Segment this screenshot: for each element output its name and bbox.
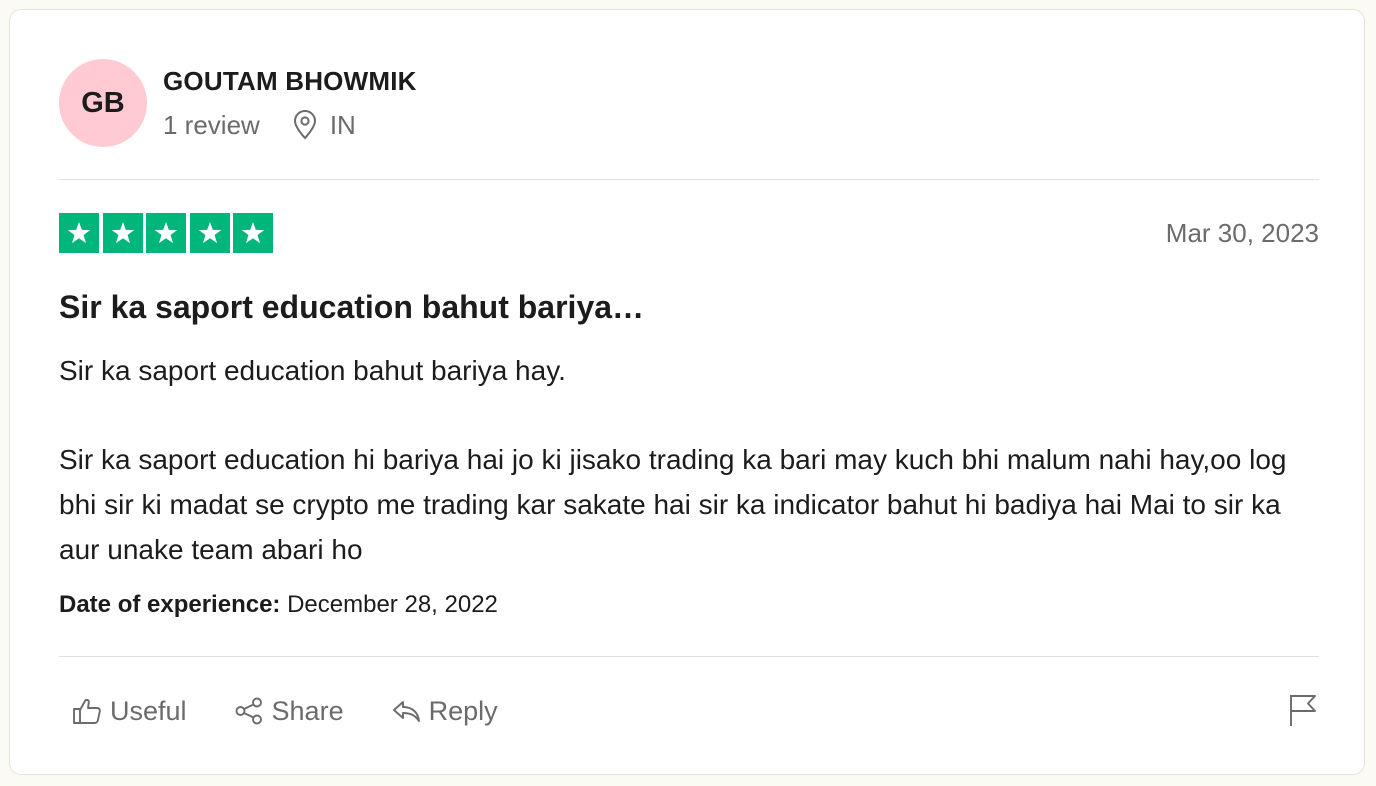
star-icon — [146, 213, 186, 253]
consumer-header: GB GOUTAM BHOWMIK 1 review IN — [59, 58, 417, 148]
consumer-country: IN — [329, 110, 356, 140]
star-icon — [189, 213, 230, 253]
rating-row: Mar 30, 2023 — [59, 213, 1319, 253]
review-body: Sir ka saport education bahut bariya hay… — [59, 348, 1309, 572]
flag-icon — [1290, 695, 1316, 726]
star-icon — [102, 213, 143, 253]
star-rating — [59, 213, 277, 253]
star-icon — [233, 213, 273, 253]
consumer-name[interactable]: GOUTAM BHOWMIK — [163, 66, 417, 96]
header-divider — [59, 179, 1319, 180]
review-paragraph: Sir ka saport education bahut bariya hay… — [59, 355, 566, 386]
review-card: GB GOUTAM BHOWMIK 1 review IN Mar 30, 20… — [9, 9, 1365, 775]
review-date: Mar 30, 2023 — [1165, 217, 1319, 248]
actions-divider — [59, 656, 1319, 657]
reply-icon — [392, 701, 420, 722]
experience-date: December 28, 2022 — [287, 591, 498, 618]
date-of-experience: Date of experience: December 28, 2022 — [59, 588, 498, 622]
useful-label: Useful — [110, 695, 187, 726]
consumer-info: GOUTAM BHOWMIK 1 review IN — [163, 66, 417, 140]
reply-button[interactable]: Reply — [391, 696, 498, 727]
star-icon — [59, 213, 99, 253]
location-pin-icon — [292, 110, 318, 140]
useful-button[interactable]: Useful — [72, 696, 187, 727]
share-button[interactable]: Share — [234, 696, 344, 727]
share-icon — [235, 697, 262, 725]
review-count: 1 review — [163, 110, 260, 140]
reply-label: Reply — [428, 695, 498, 726]
avatar[interactable]: GB — [59, 59, 147, 147]
experience-label: Date of experience: — [59, 591, 281, 618]
review-title[interactable]: Sir ka saport education bahut bariya… — [59, 287, 644, 327]
review-paragraph: Sir ka saport education hi bariya hai jo… — [59, 444, 1287, 565]
thumbs-up-icon — [73, 698, 101, 724]
consumer-meta: 1 review IN — [163, 110, 417, 140]
report-button[interactable] — [1287, 692, 1319, 728]
share-label: Share — [271, 695, 344, 726]
review-actions: Useful Share Reply — [72, 689, 545, 733]
